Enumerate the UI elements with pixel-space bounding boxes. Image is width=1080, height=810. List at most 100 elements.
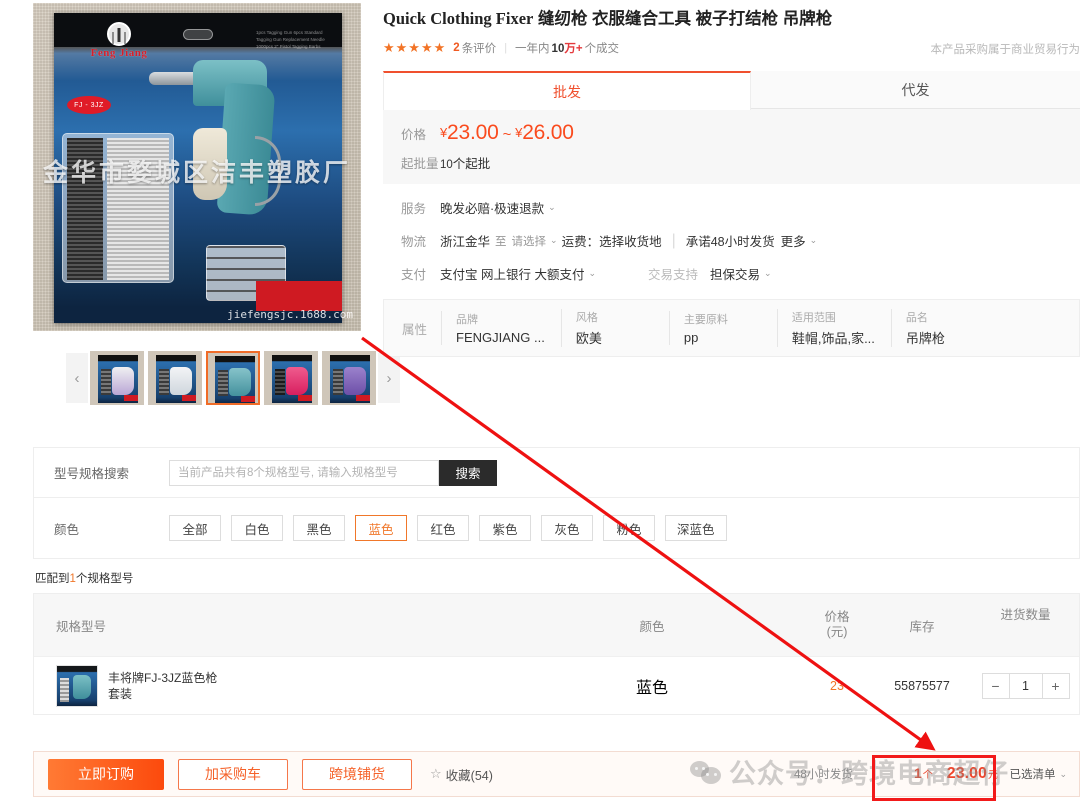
sku-table: 规格型号 颜色 价格 (元) 库存 进货数量 丰将牌FJ-3JZ蓝色枪套装 蓝色…	[33, 593, 1080, 715]
product-title-en: Quick Clothing Fixer	[383, 9, 534, 28]
star-icon: ☆	[430, 766, 442, 781]
cell-price: 23	[830, 678, 844, 693]
color-chip-red[interactable]: 红色	[417, 515, 469, 541]
needle-box	[206, 245, 286, 301]
logistics-more-chevron-down-icon[interactable]: ⌄	[810, 235, 818, 246]
logistics-chevron-down-icon[interactable]: ⌄	[550, 235, 558, 246]
header-price-unit: (元)	[826, 625, 848, 639]
color-chip-black[interactable]: 黑色	[293, 515, 345, 541]
match-result-line: 匹配到1个规格型号	[35, 570, 1080, 586]
logistics-row: 物流 浙江金华 至 请选择 ⌄ 运费：选择收货地 | 承诺48小时发货 更多 ⌄	[383, 231, 1080, 250]
thumb-gun	[286, 367, 308, 395]
thumb-card	[98, 355, 138, 403]
thumbnail-2[interactable]	[206, 351, 260, 405]
tagging-gun	[149, 58, 289, 233]
purchase-mode-tabs: 批发 代发	[383, 71, 1080, 110]
quantity-increase-button[interactable]: +	[1043, 674, 1069, 698]
thumb-card	[330, 355, 370, 403]
thumbnail-1[interactable]	[148, 351, 202, 405]
color-chip-gray[interactable]: 灰色	[541, 515, 593, 541]
trade-support-label: 交易支持	[648, 268, 699, 282]
color-filter-row: 颜色 全部 白色 黑色 蓝色 红色 紫色 灰色 粉色 深蓝色	[33, 497, 1080, 559]
moq-label: 起批量	[401, 157, 439, 171]
cell-spec: 丰将牌FJ-3JZ蓝色枪套装	[34, 664, 502, 707]
sku-thumb-barbs	[60, 677, 69, 702]
service-value[interactable]: 晚发必赔·极速退款	[440, 198, 544, 217]
logistics-promise: 承诺48小时发货	[685, 235, 775, 249]
payment-row: 支付 支付宝 网上银行 大额支付 ⌄ 交易支持 担保交易 ⌄	[383, 264, 1080, 283]
favorite-button[interactable]: ☆ 收藏(54)	[430, 765, 493, 784]
thumbnail-0[interactable]	[90, 351, 144, 405]
attribute-key: 品牌	[456, 314, 478, 326]
logistics-dest-select[interactable]: 请选择	[512, 233, 547, 249]
tab-wholesale[interactable]: 批发	[383, 71, 751, 110]
attribute-key: 品名	[905, 312, 928, 324]
attribute-cell-scope: 适用范围 鞋帽,饰品,家...	[776, 309, 891, 347]
color-chip-all[interactable]: 全部	[169, 515, 221, 541]
thumb-card	[272, 355, 312, 403]
color-chip-blue[interactable]: 蓝色	[355, 515, 407, 541]
thumbnail-4[interactable]	[322, 351, 376, 405]
quantity-value[interactable]: 1	[1008, 673, 1043, 698]
deal-count: 10万+	[552, 40, 583, 56]
attribute-value: 鞋帽,饰品,家...	[791, 331, 875, 346]
header-stock: 库存	[909, 619, 935, 634]
trade-support-chevron-down-icon[interactable]: ⌄	[764, 268, 772, 279]
product-info-panel: Quick Clothing Fixer 缝纫枪 衣服缝合工具 被子打结枪 吊牌…	[383, 0, 1080, 357]
color-chip-pink[interactable]: 粉色	[603, 515, 655, 541]
review-count[interactable]: 2	[453, 42, 459, 54]
thumb-next-arrow-icon[interactable]: ›	[378, 353, 400, 403]
color-chip-navy[interactable]: 深蓝色	[665, 515, 727, 541]
cell-color: 蓝色	[635, 679, 668, 697]
color-chip-white[interactable]: 白色	[231, 515, 283, 541]
thumb-barbs	[333, 369, 343, 395]
pack-english-text: 1pcs Tagging Gun 6pcs Standard Tagging G…	[256, 30, 325, 49]
tab-dropship[interactable]: 代发	[751, 71, 1080, 109]
header-price-text: 价格	[824, 610, 850, 624]
logistics-more[interactable]: 更多	[781, 231, 806, 250]
rating-stars: ★★★★★	[383, 40, 447, 55]
quantity-decrease-button[interactable]: −	[983, 674, 1009, 698]
thumb-card	[215, 356, 255, 403]
quantity-stepper: − 1 +	[981, 672, 1070, 699]
thumbnail-3[interactable]	[264, 351, 318, 405]
brand-mark-icon	[107, 22, 131, 46]
payment-label: 支付	[401, 268, 427, 282]
add-to-cart-button[interactable]: 加采购车	[178, 758, 288, 790]
thumb-barbs	[218, 370, 228, 396]
attribute-key: 适用范围	[791, 312, 836, 324]
thumb-barbs	[101, 369, 111, 395]
order-now-button[interactable]: 立即订购	[48, 758, 164, 790]
color-chip-purple[interactable]: 紫色	[479, 515, 531, 541]
deal-count-unit: 万	[564, 43, 576, 55]
chosen-list-toggle[interactable]: 已选清单 ⌄	[1009, 766, 1071, 782]
payment-methods: 支付宝 网上银行 大额支付	[440, 268, 585, 282]
cross-border-button[interactable]: 跨境铺货	[302, 758, 412, 790]
logistics-to: 至	[495, 235, 507, 248]
price-box: 价格 ¥23.00 ~ ¥26.00 起批量 10个起批	[383, 109, 1080, 184]
image-url-watermark: jiefengsjc.1688.com	[227, 308, 353, 321]
attribute-value: 吊牌枪	[905, 331, 945, 346]
price-row: 价格 ¥23.00 ~ ¥26.00	[383, 121, 1080, 145]
thumbnail-strip: ‹ ›	[66, 351, 400, 405]
thumb-prev-arrow-icon[interactable]: ‹	[66, 353, 88, 403]
attributes-strip: 属性 品牌 FENGJIANG ... 风格 欧美 主要原料 pp 适用范围 鞋…	[383, 299, 1080, 357]
header-qty: 进货数量	[1000, 608, 1051, 622]
business-notice: 本产品采购属于商业贸易行为	[930, 44, 1080, 56]
sku-row-thumbnail[interactable]	[56, 664, 98, 707]
cell-stock: 55875577	[894, 678, 950, 693]
payment-chevron-down-icon[interactable]: ⌄	[588, 268, 596, 279]
service-chevron-down-icon[interactable]: ⌄	[548, 202, 556, 213]
main-product-image[interactable]: Feng Jiang 1pcs Tagging Gun 6pcs Standar…	[33, 3, 361, 331]
moq-row: 起批量 10个起批	[383, 149, 1080, 172]
product-detail-page: Feng Jiang 1pcs Tagging Gun 6pcs Standar…	[0, 0, 1080, 810]
review-label[interactable]: 条评价	[462, 40, 497, 56]
thumb-barbs	[275, 369, 285, 395]
image-watermark: 金华市婺城区洁丰塑胶厂	[42, 158, 351, 187]
price-max: 26.00	[522, 121, 574, 144]
deal-suffix: 个成交	[584, 43, 620, 55]
price-label: 价格	[401, 128, 427, 142]
attribute-cell-brand: 品牌 FENGJIANG ...	[441, 311, 561, 345]
sku-search-button[interactable]: 搜索	[439, 459, 497, 486]
sku-search-input[interactable]	[169, 459, 439, 486]
